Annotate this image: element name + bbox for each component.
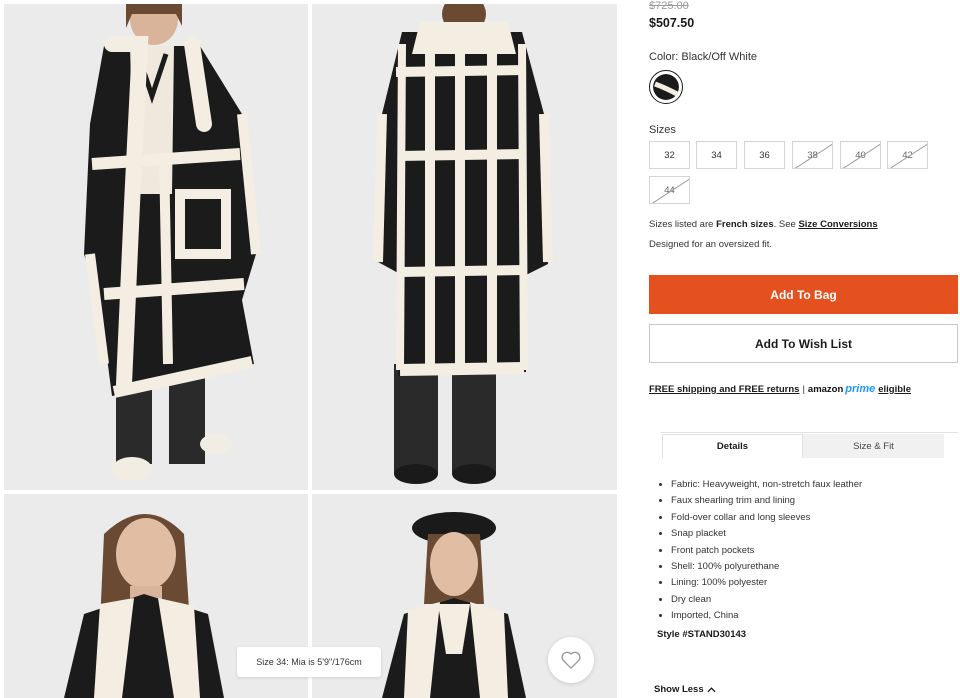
size-note-french: French sizes [716,219,774,230]
coat-front-illustration [4,4,308,490]
size-option-40-unavailable[interactable]: 40 [840,141,881,169]
size-option-34[interactable]: 34 [696,141,737,169]
add-to-bag-button[interactable]: Add To Bag [649,275,958,314]
detail-item: Fold-over collar and long sleeves [659,511,949,527]
chevron-up-icon [707,686,716,692]
detail-item: Faux shearling trim and lining [659,494,949,510]
show-less-label: Show Less [654,684,704,695]
heart-outline-icon [561,651,581,669]
show-less-button[interactable]: Show Less [654,684,716,695]
product-info-panel: $725.00 $507.50 Color: Black/Off White S… [649,0,960,698]
amazon-prime-logo: amazon prime [808,383,875,395]
original-price: $725.00 [649,0,689,12]
style-code: Style #STAND30143 [657,629,747,640]
model-size-tooltip: Size 34: Mia is 5'9"/176cm [237,647,381,677]
size-option-42-unavailable[interactable]: 42 [887,141,928,169]
size-option-32[interactable]: 32 [649,141,690,169]
color-value: Black/Off White [681,51,758,63]
add-to-wish-list-button[interactable]: Add To Wish List [649,324,958,363]
color-label: Color: [649,51,679,63]
size-note-prefix: Sizes listed are [649,219,714,230]
sizes-label: Sizes [649,124,676,136]
detail-item: Lining: 100% polyester [659,576,949,592]
product-image-front[interactable] [4,4,308,490]
detail-item: Imported, China [659,609,949,625]
tab-size-and-fit[interactable]: Size & Fit [803,434,944,458]
shipping-info: FREE shipping and FREE returns | amazon … [649,383,911,395]
wishlist-heart-button[interactable] [548,637,594,683]
color-selection-label: Color: Black/Off White [649,51,757,63]
detail-item: Fabric: Heavyweight, non-stretch faux le… [659,478,949,494]
size-option-44-unavailable[interactable]: 44 [649,176,690,204]
detail-item: Front patch pockets [659,544,949,560]
coat-back-illustration [312,4,617,490]
detail-item: Dry clean [659,593,949,609]
amazon-word: amazon [807,384,844,395]
free-shipping-link[interactable]: FREE shipping and FREE returns [649,384,799,395]
size-option-36[interactable]: 36 [744,141,785,169]
product-image-back[interactable] [312,4,617,490]
detail-item: Snap placket [659,527,949,543]
prime-word: prime [845,383,876,395]
tab-details[interactable]: Details [662,434,803,458]
detail-item: Shell: 100% polyurethane [659,560,949,576]
details-list: Fabric: Heavyweight, non-stretch faux le… [659,478,949,626]
product-image-gallery: Size 34: Mia is 5'9"/176cm [0,0,620,698]
color-swatch-black-off-white[interactable] [649,70,683,104]
size-note-mid: . See [773,219,796,230]
size-conversions-link[interactable]: Size Conversions [798,219,877,230]
fit-note: Designed for an oversized fit. [649,239,773,250]
shipping-separator: | [802,383,805,395]
size-option-38-unavailable[interactable]: 38 [792,141,833,169]
swatch-pattern-icon [653,74,679,100]
size-note: Sizes listed are French sizes. See Size … [649,219,878,230]
sale-price: $507.50 [649,16,695,30]
product-info-tabs: Details Size & Fit [661,432,958,458]
prime-eligible-link[interactable]: eligible [878,384,911,395]
